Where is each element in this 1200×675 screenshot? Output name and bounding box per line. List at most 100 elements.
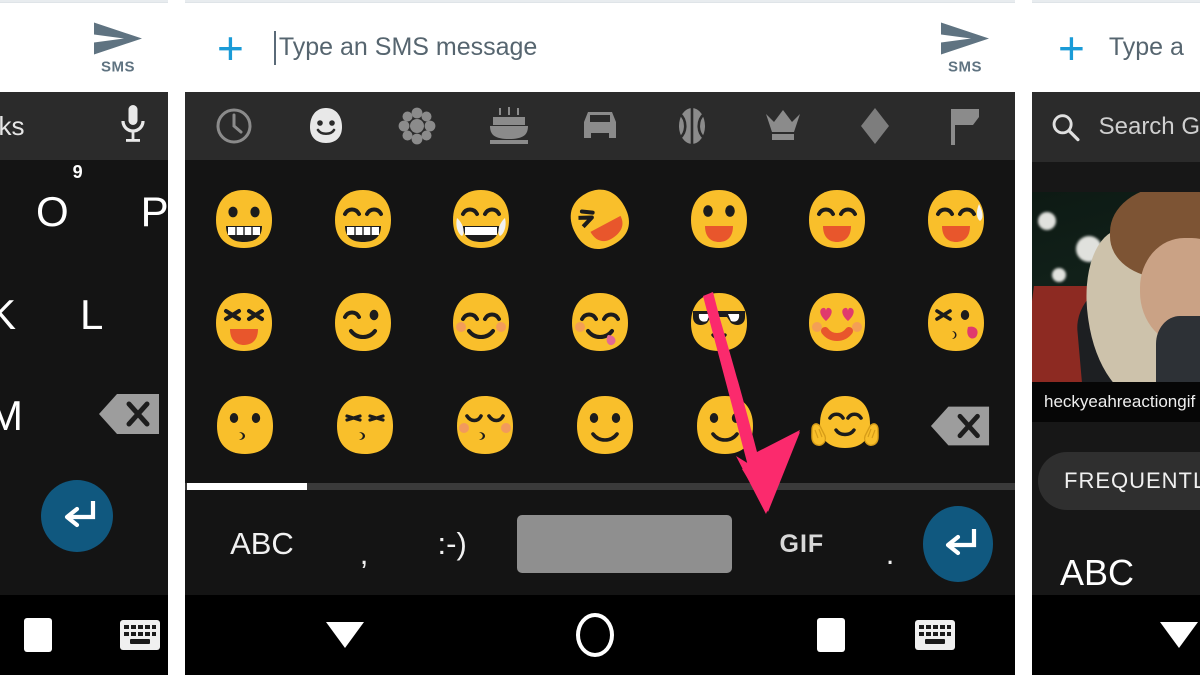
key-M[interactable]: M [0,392,23,440]
emoji-beaming-face-with-smiling-eyes[interactable] [327,184,399,256]
left-send-sms-button[interactable]: SMS [90,20,146,75]
plus-icon[interactable]: + [1058,25,1085,71]
center-phone-panel: + Type an SMS message SMS ABC ,:-) GIF … [185,0,1015,675]
key-M-label: M [0,392,23,439]
left-compose-bar[interactable]: SMS [0,3,168,92]
scrollbar-thumb[interactable] [187,483,308,490]
left-phone-panel: SMS nks 9 O [0,0,168,675]
category-symbols[interactable] [844,101,906,151]
left-key-row-2: K L [0,264,168,366]
emoji-grid [185,160,1015,490]
car-icon [584,112,616,138]
emoji-kissing-face[interactable] [209,390,281,462]
gif-result-card[interactable]: heckyeahreactiongif [1032,192,1200,422]
emoji-grinning-face-with-sweat[interactable] [920,184,992,256]
category-sports[interactable] [661,101,723,151]
enter-icon [945,529,976,556]
cake-icon [489,107,528,144]
text-caret [273,30,276,65]
left-key-row-3: M [0,366,168,466]
microphone-icon[interactable] [118,103,148,150]
nav-keyboard-button[interactable] [915,620,955,650]
emoji-smiling-face[interactable] [689,390,761,462]
compose-bar[interactable]: + Type an SMS message SMS [185,3,1015,92]
key-comma[interactable]: , [327,516,401,572]
emoji-grinning-face-with-big-eyes[interactable] [683,184,755,256]
frequently-used-chip[interactable]: FREQUENTLY US [1038,452,1200,510]
send-sms-button[interactable]: SMS [937,20,993,75]
key-period[interactable]: . [0,519,1,558]
nav-back-button[interactable] [265,622,425,648]
left-nav-recents-button[interactable] [8,618,68,652]
emoji-smiling-face-with-smiling-eyes[interactable] [445,287,517,359]
category-flags[interactable] [935,101,997,151]
flower-icon [398,107,436,145]
emoji-face-blowing-a-kiss[interactable] [920,287,992,359]
nav-recents-button[interactable] [771,618,891,652]
emoji-page-scrollbar[interactable] [185,483,1015,490]
emoji-row-1 [185,168,1015,271]
basketball-icon [678,108,705,144]
emoji-rolling-on-the-floor-laughing[interactable] [564,184,636,256]
key-emoticon[interactable]: :-) [401,526,503,562]
enter-icon [65,501,96,528]
plus-icon[interactable]: + [217,25,244,71]
right-nav-back-button[interactable] [1160,622,1198,648]
key-abc[interactable]: ABC [197,526,327,562]
circle-home-icon [576,613,614,657]
emoji-face-with-tears-of-joy[interactable] [445,184,517,256]
key-P-label: P [140,188,168,235]
emoji-grinning-squinting-face[interactable] [208,287,280,359]
category-objects[interactable] [752,101,814,151]
emoji-grinning-face[interactable] [208,184,280,256]
emoji-kissing-face-with-closed-eyes[interactable] [449,390,521,462]
category-travel[interactable] [569,101,631,151]
center-navbar [185,595,1015,675]
right-navbar [1032,595,1200,675]
right-sms-placeholder[interactable]: Type a [1109,33,1184,62]
emoji-smiling-face-with-sunglasses[interactable] [683,287,755,359]
category-smileys[interactable] [295,101,357,151]
emoji-backspace-key[interactable] [929,404,991,448]
keyboard-icon [120,620,160,650]
suggestion-word[interactable]: nks [0,111,24,142]
key-O[interactable]: 9 O [36,162,83,236]
left-suggestion-strip[interactable]: nks [0,92,168,160]
left-enter-key[interactable] [41,480,114,552]
key-enter[interactable] [922,506,994,582]
left-nav-keyboard-button[interactable] [120,620,160,650]
emoji-kissing-face-with-smiling-eyes[interactable] [329,390,401,462]
backspace-icon [930,406,990,445]
category-nature[interactable] [386,101,448,151]
key-L[interactable]: L [80,291,103,339]
left-key-row-4: . [0,466,168,566]
screenshot-stage: SMS nks 9 O [0,0,1200,675]
gif-search-placeholder[interactable]: Search G [1099,113,1200,141]
sms-placeholder[interactable]: Type an SMS message [279,33,537,62]
emoji-slightly-smiling-face[interactable] [569,390,641,462]
key-P[interactable]: 0 P [141,188,168,236]
key-period-label: . [0,519,1,557]
emoji-hugging-face[interactable] [809,390,881,462]
triangle-down-back-icon [1160,622,1198,648]
crown-icon [766,110,800,140]
key-gif[interactable]: GIF [746,530,857,559]
category-food[interactable] [478,101,540,151]
flag-icon [951,109,979,145]
diamond-icon [860,108,889,144]
gif-search-bar[interactable]: Search G [1032,92,1200,162]
nav-home-button[interactable] [515,613,675,657]
right-compose-bar[interactable]: + Type a [1032,3,1200,92]
emoji-smiling-face-with-heart-eyes[interactable] [801,287,873,359]
emoji-grinning-face-with-smiling-eyes[interactable] [801,184,873,256]
category-recent[interactable] [203,101,265,151]
key-period[interactable]: . [858,516,923,572]
key-space[interactable] [517,515,733,573]
left-sms-label: SMS [100,58,135,75]
right-key-abc[interactable]: ABC [1060,552,1134,594]
key-O-sup: 9 [72,162,83,182]
key-K[interactable]: K [0,291,16,339]
left-backspace-key[interactable] [97,392,161,441]
emoji-face-savoring-food[interactable] [564,287,636,359]
emoji-winking-face[interactable] [327,287,399,359]
